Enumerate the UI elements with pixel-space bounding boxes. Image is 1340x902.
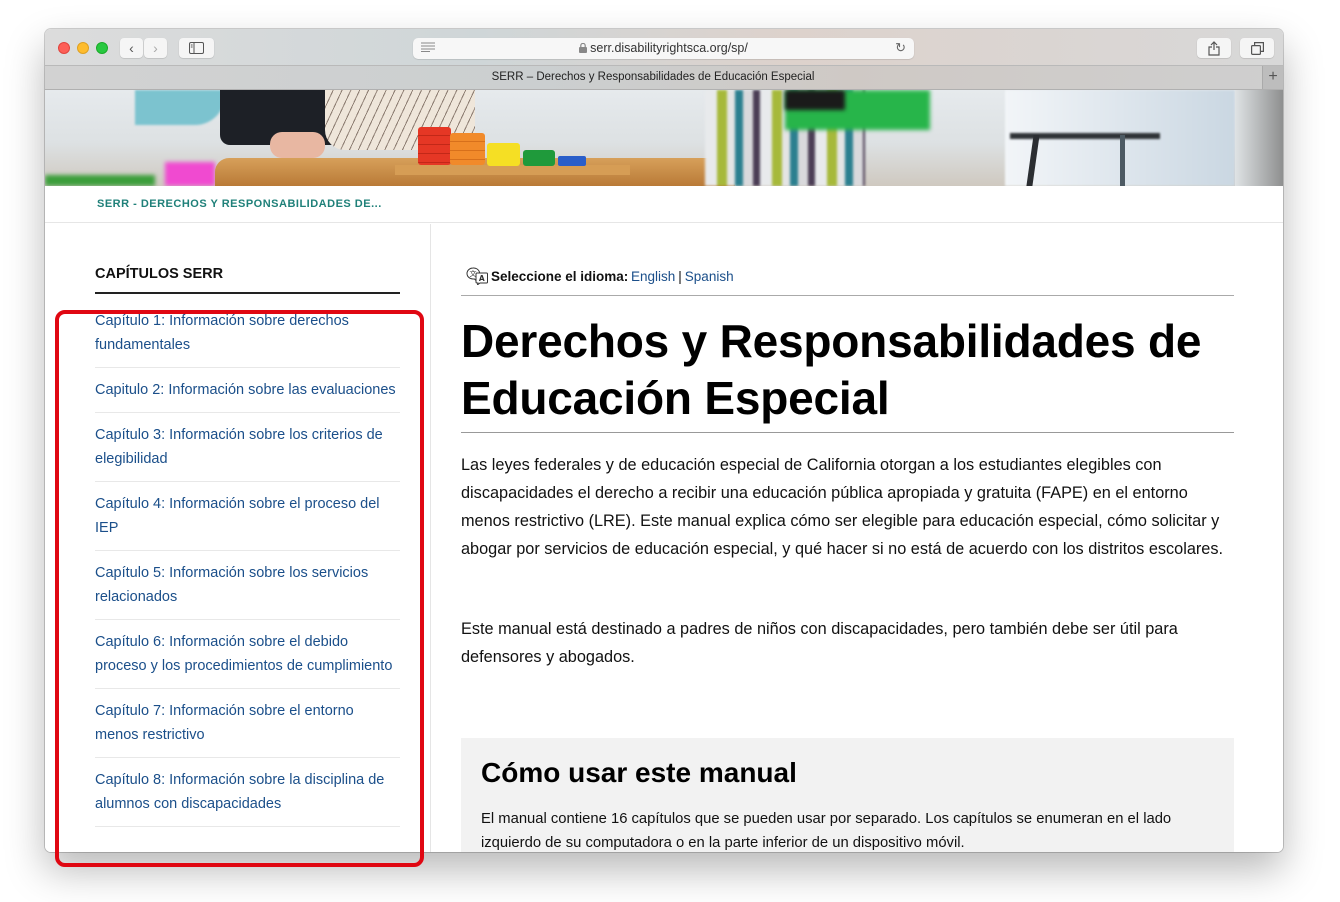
zoom-window-button[interactable] [96,42,108,54]
address-bar[interactable]: serr.disabilityrightsca.org/sp/ ↻ [413,38,914,59]
language-english-link[interactable]: English [631,269,675,284]
how-to-use-text: El manual contiene 16 capítulos que se p… [481,811,1172,851]
chapter-list: Capítulo 1: Información sobre derechos f… [95,309,400,827]
page-title: Derechos y Responsabilidades de Educació… [461,313,1234,433]
tab-bar: SERR – Derechos y Responsabilidades de E… [45,66,1283,90]
minimize-window-button[interactable] [77,42,89,54]
breadcrumb-bar: SERR - DERECHOS Y RESPONSABILIDADES DE..… [45,186,1283,223]
chapter-link-6[interactable]: Capítulo 6: Información sobre el debido … [95,630,400,678]
share-button[interactable] [1197,38,1231,58]
how-to-use-box: Cómo usar este manual El manual contiene… [461,738,1234,852]
language-selector: 文 A Seleccione el idioma: English | Spanis… [461,264,1234,296]
intro-paragraph: Las leyes federales y de educación espec… [461,456,1224,558]
list-item: Capítulo 1: Información sobre derechos f… [95,309,400,368]
chapter-link-4[interactable]: Capítulo 4: Información sobre el proceso… [95,492,400,540]
browser-window: ‹ › serr.disabilityrightsca.org/sp/ ↻ SE… [45,29,1283,852]
reload-icon[interactable]: ↻ [895,40,906,56]
svg-text:A: A [479,274,485,283]
translate-icon: 文 A [466,267,488,285]
chevron-left-icon: ‹ [129,40,134,56]
audience-paragraph: Este manual está destinado a padres de n… [461,620,1178,666]
tabs-icon [1250,41,1264,55]
chapter-link-7[interactable]: Capítulo 7: Información sobre el entorno… [95,699,400,747]
new-tab-button[interactable]: + [1262,66,1283,89]
sidebar-divider [95,292,400,294]
back-button[interactable]: ‹ [120,38,143,58]
share-icon [1208,40,1220,56]
chapter-link-3[interactable]: Capítulo 3: Información sobre los criter… [95,423,400,471]
chapter-link-1[interactable]: Capítulo 1: Información sobre derechos f… [95,309,400,357]
language-spanish-link[interactable]: Spanish [685,269,734,284]
list-item: Capítulo 7: Información sobre el entorno… [95,689,400,758]
list-item: Capítulo 5: Información sobre los servic… [95,551,400,620]
svg-text:文: 文 [470,269,477,278]
list-item: Capítulo 4: Información sobre el proceso… [95,482,400,551]
how-to-use-title: Cómo usar este manual [481,757,797,788]
list-item: Capítulo 6: Información sobre el debido … [95,620,400,689]
show-tabs-button[interactable] [1240,38,1274,58]
chapter-link-5[interactable]: Capítulo 5: Información sobre los servic… [95,561,400,609]
url-text: serr.disabilityrightsca.org/sp/ [590,41,748,55]
browser-toolbar: ‹ › serr.disabilityrightsca.org/sp/ ↻ [45,29,1283,66]
active-tab[interactable]: SERR – Derechos y Responsabilidades de E… [45,71,1261,83]
web-page: SERR - DERECHOS Y RESPONSABILIDADES DE..… [45,90,1283,852]
list-item: Capitulo 2: Información sobre las evalua… [95,368,400,413]
sidebar-icon [189,42,204,54]
sidebar-title: CAPÍTULOS SERR [95,266,224,282]
hero-banner-image [45,90,1283,186]
chapters-sidebar: CAPÍTULOS SERR Capítulo 1: Información s… [45,224,431,852]
plus-icon: + [1268,68,1278,85]
list-item: Capítulo 3: Información sobre los criter… [95,413,400,482]
chapter-link-8[interactable]: Capítulo 8: Información sobre la discipl… [95,768,400,816]
chevron-right-icon: › [153,40,158,56]
language-separator: | [678,269,682,284]
lock-icon [579,42,588,53]
close-window-button[interactable] [58,42,70,54]
breadcrumb[interactable]: SERR - DERECHOS Y RESPONSABILIDADES DE..… [97,198,382,210]
forward-button[interactable]: › [144,38,167,58]
list-item: Capítulo 8: Información sobre la discipl… [95,758,400,827]
chapter-link-2[interactable]: Capitulo 2: Información sobre las evalua… [95,378,400,402]
language-label: Seleccione el idioma: [491,269,629,284]
sidebar-toggle-button[interactable] [179,38,214,58]
